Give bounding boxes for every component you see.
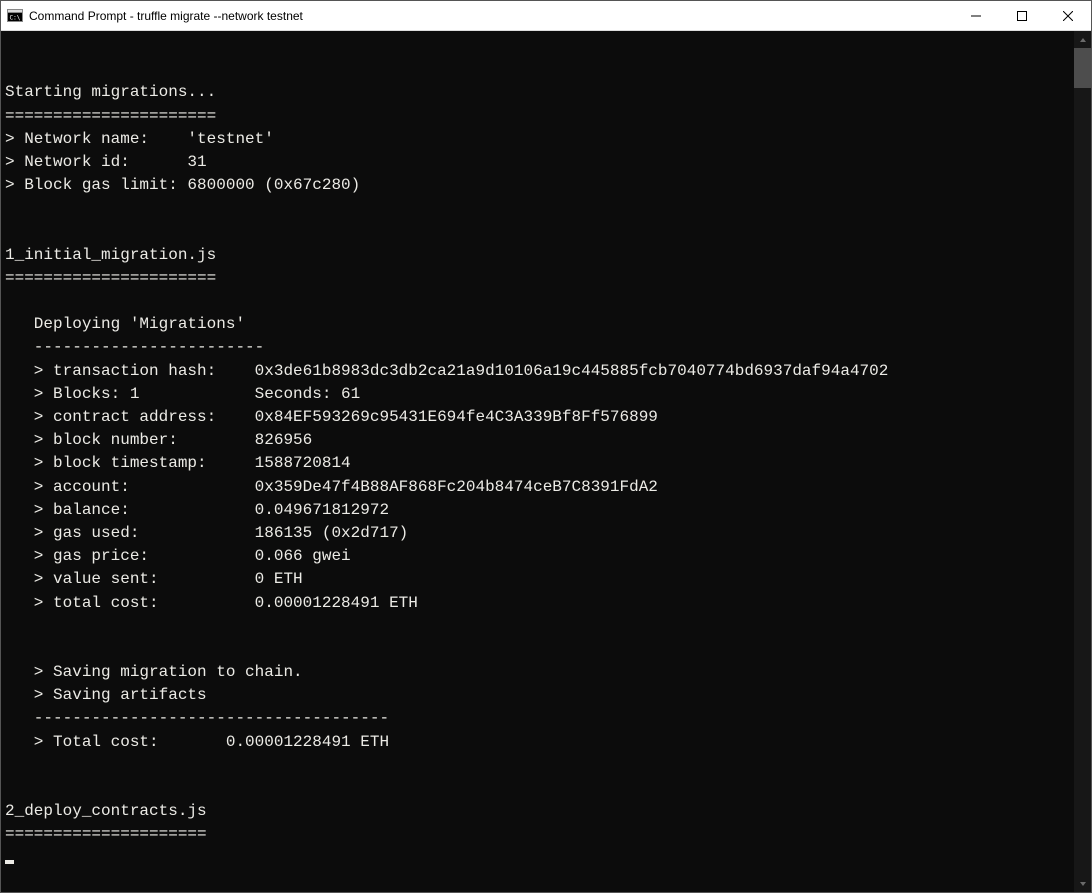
svg-text:C:\: C:\ [10,14,21,21]
line: > Block gas limit: 6800000 (0x67c280) [5,176,360,194]
line: > block timestamp: 1588720814 [5,454,351,472]
line: > account: 0x359De47f4B88AF868Fc204b8474… [5,478,658,496]
line: > contract address: 0x84EF593269c95431E6… [5,408,658,426]
line: ====================== [5,269,216,287]
window-frame: C:\ Command Prompt - truffle migrate --n… [0,0,1092,893]
line: Deploying 'Migrations' [5,315,245,333]
maximize-button[interactable] [999,1,1045,30]
line: > total cost: 0.00001228491 ETH [5,594,418,612]
window-title: Command Prompt - truffle migrate --netwo… [29,9,303,23]
line: Starting migrations... [5,83,216,101]
line: > gas used: 186135 (0x2d717) [5,524,408,542]
title-bar[interactable]: C:\ Command Prompt - truffle migrate --n… [1,1,1091,31]
line: > Saving migration to chain. [5,663,303,681]
scroll-up-button[interactable] [1074,31,1091,48]
line: > gas price: 0.066 gwei [5,547,351,565]
line: > Network id: 31 [5,153,207,171]
line: ====================== [5,107,216,125]
line: 1_initial_migration.js [5,246,216,264]
terminal-area: Starting migrations... =================… [1,31,1091,892]
minimize-button[interactable] [953,1,999,30]
line: > Network name: 'testnet' [5,130,274,148]
line: > Blocks: 1 Seconds: 61 [5,385,360,403]
terminal-output[interactable]: Starting migrations... =================… [1,31,1074,892]
scroll-thumb[interactable] [1074,48,1091,88]
cursor [5,860,14,864]
line: > balance: 0.049671812972 [5,501,389,519]
line: > transaction hash: 0x3de61b8983dc3db2ca… [5,362,888,380]
line: > value sent: 0 ETH [5,570,303,588]
scroll-track[interactable] [1074,48,1091,875]
line: > Saving artifacts [5,686,207,704]
scroll-down-button[interactable] [1074,875,1091,892]
vertical-scrollbar[interactable] [1074,31,1091,892]
close-button[interactable] [1045,1,1091,30]
window-controls [953,1,1091,30]
line: > block number: 826956 [5,431,312,449]
line: 2_deploy_contracts.js [5,802,207,820]
line: ------------------------ [5,338,264,356]
line: ------------------------------------- [5,709,389,727]
line: > Total cost: 0.00001228491 ETH [5,733,389,751]
cmd-icon: C:\ [7,8,23,24]
line: ===================== [5,825,207,843]
